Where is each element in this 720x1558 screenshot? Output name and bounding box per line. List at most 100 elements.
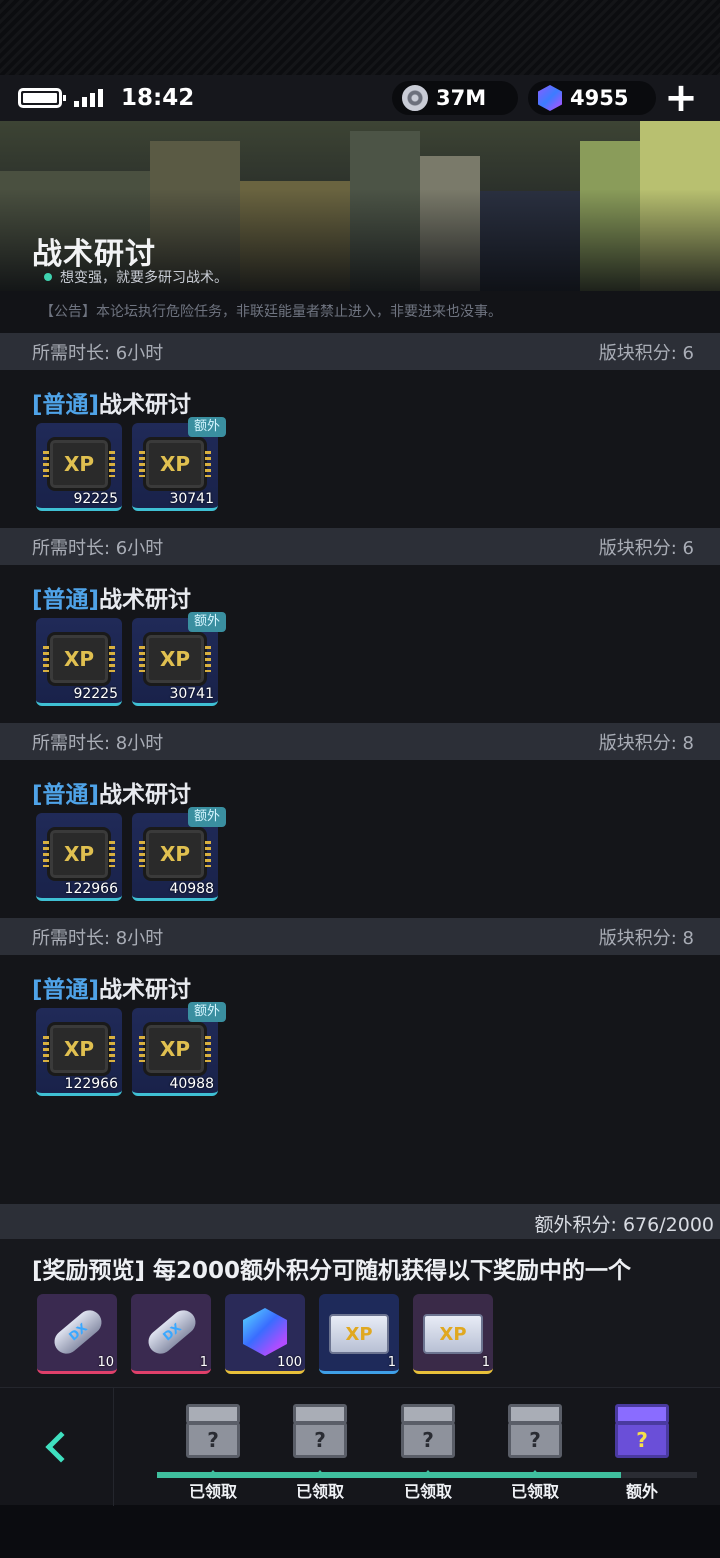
- reward-preview-item[interactable]: 100: [225, 1294, 305, 1374]
- task-duration: 所需时长: 8小时: [32, 732, 164, 754]
- subtitle-text: 想变强，就要多研习战术。: [60, 270, 228, 286]
- task-header: 所需时长: 8小时 版块积分: 8: [0, 918, 720, 955]
- milestone-marker: [313, 1470, 327, 1478]
- reward-preview-item[interactable]: XP 1: [413, 1294, 493, 1374]
- milestone-marker: [206, 1470, 220, 1478]
- xp-reward-item[interactable]: XP 122966: [36, 1008, 122, 1096]
- task-card[interactable]: 所需时长: 8小时 版块积分: 8 [普通]战术研讨 XP 122966 XP …: [0, 918, 720, 1241]
- cube-icon: [243, 1308, 287, 1356]
- task-card[interactable]: 所需时长: 6小时 版块积分: 6 [普通]战术研讨 XP 92225 XP 额…: [0, 333, 720, 528]
- milestone-chest[interactable]: ?: [293, 1404, 347, 1458]
- milestone-label: 额外: [625, 1482, 658, 1501]
- task-header: 所需时长: 6小时 版块积分: 6: [0, 528, 720, 565]
- credits-value: 37M: [436, 86, 487, 110]
- reward-count: 1: [481, 1355, 490, 1370]
- extra-badge: 额外: [187, 1002, 226, 1022]
- mystery-chest-icon: ?: [508, 1422, 562, 1458]
- task-title: [普通]战术研讨: [32, 580, 191, 614]
- status-bar: 18:42 37M 4955 +: [0, 75, 720, 121]
- task-card[interactable]: 所需时长: 8小时 版块积分: 8 [普通]战术研讨 XP 122966 XP …: [0, 723, 720, 918]
- xp-ticket-icon: XP: [329, 1314, 389, 1354]
- xp-chip-icon: XP: [139, 830, 211, 878]
- mystery-chest-icon: ?: [186, 1422, 240, 1458]
- task-points: 版块积分: 6: [598, 537, 694, 559]
- milestone-chest[interactable]: ?: [401, 1404, 455, 1458]
- xp-chip-icon: XP: [43, 635, 115, 683]
- task-header: 所需时长: 8小时 版块积分: 8: [0, 723, 720, 760]
- task-title: [普通]战术研讨: [32, 775, 191, 809]
- coin-icon: [402, 85, 428, 111]
- extra-badge: 额外: [187, 807, 226, 827]
- mystery-chest-icon: ?: [401, 1422, 455, 1458]
- milestone-label: 已领取: [403, 1482, 452, 1501]
- reward-count: 122966: [64, 1076, 118, 1092]
- xp-chip-icon: XP: [43, 830, 115, 878]
- dx-capsule-icon: DX: [49, 1305, 107, 1359]
- task-points: 版块积分: 8: [598, 732, 694, 754]
- signal-icon: [74, 89, 103, 107]
- reward-count: 122966: [64, 881, 118, 897]
- battery-icon: [18, 88, 66, 108]
- extra-badge: 额外: [187, 612, 226, 632]
- add-currency-button[interactable]: +: [664, 78, 698, 118]
- forum-banner: 战术研讨 想变强，就要多研习战术。: [0, 121, 720, 291]
- milestone-marker: [421, 1470, 435, 1478]
- xp-extra-reward-item[interactable]: XP 额外 40988: [132, 807, 226, 901]
- milestone-label: 已领取: [510, 1482, 559, 1501]
- xp-reward-item[interactable]: XP 122966: [36, 813, 122, 901]
- announcement: 【公告】本论坛执行危险任务，非联廷能量者禁止进入，非要进来也没事。: [0, 291, 720, 333]
- credits-display[interactable]: 37M: [392, 81, 518, 115]
- chevron-left-icon: [44, 1431, 77, 1463]
- reward-count: 40988: [169, 881, 214, 897]
- mystery-chest-icon: ?: [615, 1422, 669, 1458]
- reward-count: 1: [199, 1355, 208, 1370]
- xp-ticket-icon: XP: [423, 1314, 483, 1354]
- reward-preview-panel: [奖励预览] 每2000额外积分可随机获得以下奖励中的一个 DX 10 DX 1…: [0, 1239, 720, 1387]
- task-name: 战术研讨: [99, 782, 192, 808]
- task-name: 战术研讨: [99, 977, 192, 1003]
- xp-chip-icon: XP: [139, 635, 211, 683]
- reward-count: 40988: [169, 1076, 214, 1092]
- task-tag: [普通]: [32, 392, 100, 418]
- milestone-bar: ? 已领取 ? 已领取 ? 已领取 ? 已领取 ? 额外: [0, 1387, 720, 1506]
- clock: 18:42: [121, 85, 195, 111]
- reward-count: 30741: [169, 686, 214, 702]
- xp-chip-icon: XP: [43, 440, 115, 488]
- reward-preview-item[interactable]: XP 1: [319, 1294, 399, 1374]
- task-tag: [普通]: [32, 782, 100, 808]
- xp-extra-reward-item[interactable]: XP 额外 40988: [132, 1002, 226, 1096]
- task-duration: 所需时长: 6小时: [32, 342, 164, 364]
- gems-value: 4955: [570, 86, 629, 110]
- gems-display[interactable]: 4955: [528, 81, 656, 115]
- reward-preview-item[interactable]: DX 1: [131, 1294, 211, 1374]
- task-card[interactable]: 所需时长: 6小时 版块积分: 6 [普通]战术研讨 XP 92225 XP 额…: [0, 528, 720, 723]
- gem-icon: [538, 85, 562, 111]
- milestone-chest[interactable]: ?: [186, 1404, 240, 1458]
- extra-milestone-chest[interactable]: ?: [615, 1404, 669, 1458]
- xp-chip-icon: XP: [139, 1025, 211, 1073]
- xp-chip-icon: XP: [43, 1025, 115, 1073]
- xp-extra-reward-item[interactable]: XP 额外 30741: [132, 417, 226, 511]
- xp-reward-item[interactable]: XP 92225: [36, 423, 122, 511]
- xp-reward-item[interactable]: XP 92225: [36, 618, 122, 706]
- mystery-chest-icon: ?: [293, 1422, 347, 1458]
- xp-extra-reward-item[interactable]: XP 额外 30741: [132, 612, 226, 706]
- milestone-label: 已领取: [188, 1482, 237, 1501]
- extra-points-label: 额外积分: 676/2000: [534, 1214, 714, 1236]
- task-duration: 所需时长: 8小时: [32, 927, 164, 949]
- milestone-chest[interactable]: ?: [508, 1404, 562, 1458]
- task-duration: 所需时长: 6小时: [32, 537, 164, 559]
- reward-count: 92225: [73, 686, 118, 702]
- reward-count: 10: [97, 1355, 114, 1370]
- reward-preview-title: [奖励预览] 每2000额外积分可随机获得以下奖励中的一个: [32, 1258, 632, 1284]
- reward-count: 92225: [73, 491, 118, 507]
- dx-capsule-icon: DX: [143, 1305, 201, 1359]
- reward-count: 30741: [169, 491, 214, 507]
- task-points: 版块积分: 8: [598, 927, 694, 949]
- top-decoration: [0, 0, 720, 75]
- bullet-icon: [44, 273, 52, 281]
- extra-points-bar: 额外积分: 676/2000: [0, 1204, 720, 1239]
- back-button[interactable]: [0, 1388, 114, 1506]
- task-tag: [普通]: [32, 587, 100, 613]
- reward-preview-item[interactable]: DX 10: [37, 1294, 117, 1374]
